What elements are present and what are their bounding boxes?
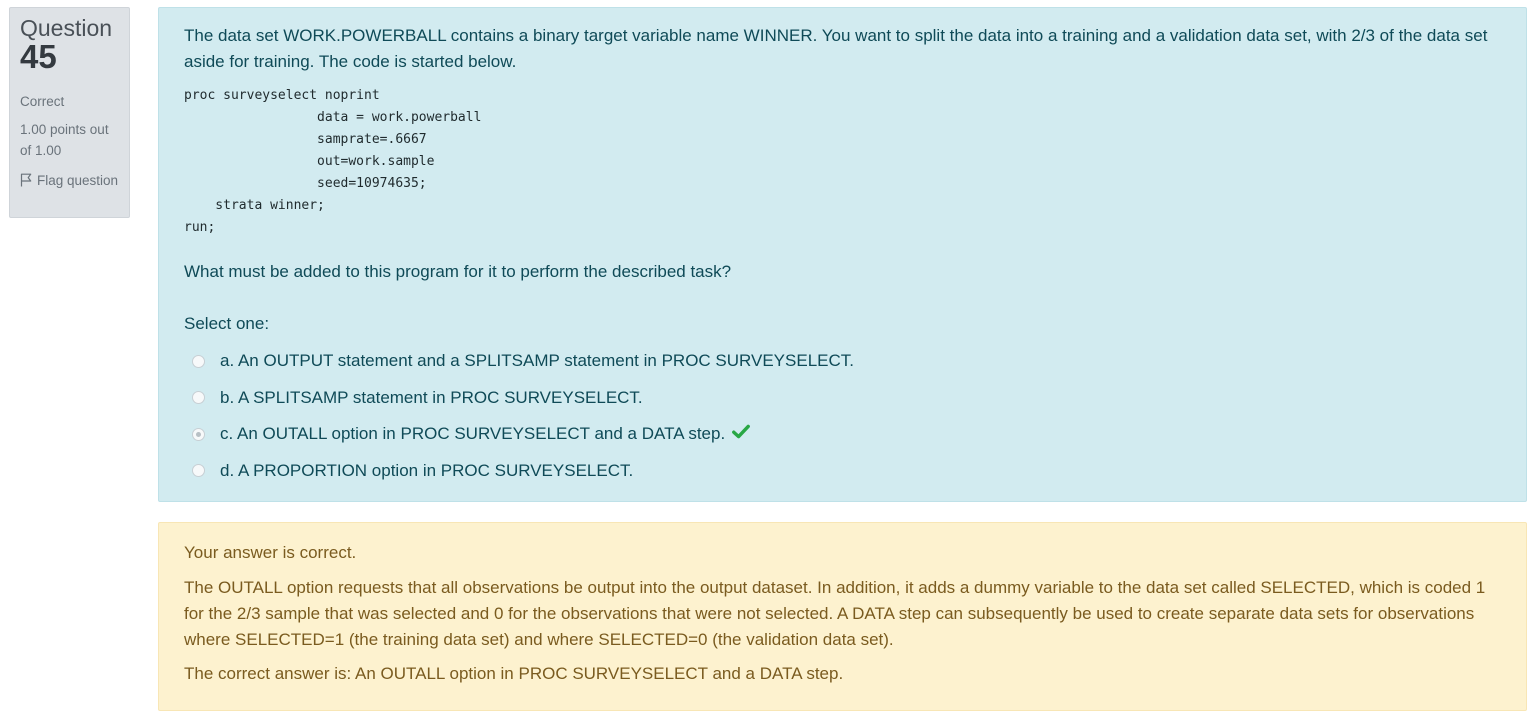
- radio-button[interactable]: [192, 464, 205, 478]
- correct-answer-text: The correct answer is: An OUTALL option …: [184, 664, 844, 683]
- radio-button[interactable]: [192, 391, 205, 405]
- answer-option-label: c. An OUTALL option in PROC SURVEYSELECT…: [220, 424, 726, 444]
- question-number: 45: [20, 38, 57, 75]
- flag-outline-icon: [20, 173, 37, 188]
- checkmark-icon: [732, 424, 751, 444]
- question-content: The data set WORK.POWERBALL contains a b…: [158, 7, 1527, 502]
- feedback-status: Your answer is correct.: [184, 543, 357, 562]
- feedback-panel: Your answer is correct. The OUTALL optio…: [158, 522, 1527, 711]
- answer-option-label: b. A SPLITSAMP statement in PROC SURVEYS…: [220, 387, 643, 407]
- answer-option-c[interactable]: c. An OUTALL option in PROC SURVEYSELECT…: [192, 416, 1501, 453]
- answer-option-a[interactable]: a. An OUTPUT statement and a SPLITSAMP s…: [192, 343, 1501, 380]
- question-grade: 1.00 points out of 1.00: [20, 122, 109, 158]
- question-text: The data set WORK.POWERBALL contains a b…: [184, 26, 1488, 71]
- question-prompt: What must be added to this program for i…: [184, 262, 732, 281]
- answer-option-b[interactable]: b. A SPLITSAMP statement in PROC SURVEYS…: [192, 380, 1501, 417]
- select-one-label: Select one:: [184, 314, 270, 333]
- flag-question-link[interactable]: Flag question: [20, 170, 120, 191]
- question-state: Correct: [20, 94, 65, 109]
- feedback-explanation: The OUTALL option requests that all obse…: [184, 578, 1486, 649]
- radio-button-selected[interactable]: [192, 427, 205, 441]
- question-label: Question: [20, 15, 113, 41]
- radio-button[interactable]: [192, 354, 205, 368]
- flag-question-label: Flag question: [37, 173, 119, 188]
- question-info-panel: Question 45 Correct 1.00 points out of 1…: [9, 7, 130, 218]
- answer-option-label: a. An OUTPUT statement and a SPLITSAMP s…: [220, 351, 854, 371]
- answer-option-d[interactable]: d. A PROPORTION option in PROC SURVEYSEL…: [192, 453, 1501, 490]
- answer-options: a. An OUTPUT statement and a SPLITSAMP s…: [184, 343, 1501, 489]
- answer-option-label: d. A PROPORTION option in PROC SURVEYSEL…: [220, 460, 634, 480]
- code-block: proc surveyselect noprint data = work.po…: [184, 88, 482, 235]
